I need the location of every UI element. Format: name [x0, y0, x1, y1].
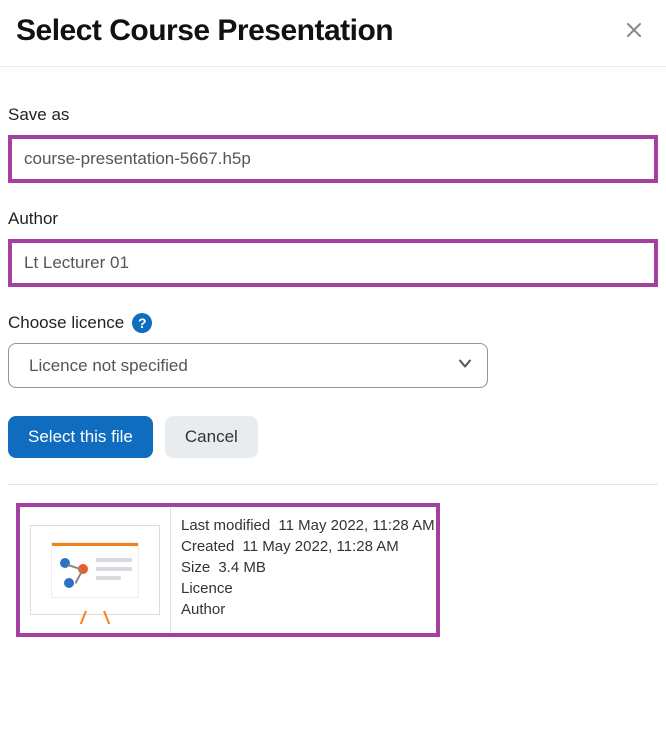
meta-author: Author	[181, 601, 435, 618]
meta-author-label: Author	[181, 601, 225, 618]
file-metadata: Last modified 11 May 2022, 11:28 AM Crea…	[170, 507, 445, 633]
meta-created: Created 11 May 2022, 11:28 AM	[181, 538, 435, 555]
author-input[interactable]	[8, 239, 658, 287]
button-row: Select this file Cancel	[8, 416, 658, 485]
cancel-button[interactable]: Cancel	[165, 416, 258, 458]
save-as-group: Save as	[8, 105, 658, 183]
close-button[interactable]	[618, 16, 650, 46]
meta-last-modified-value: 11 May 2022, 11:28 AM	[278, 517, 434, 534]
file-thumbnail-cell	[20, 507, 170, 633]
licence-label: Choose licence	[8, 313, 124, 333]
file-card: Last modified 11 May 2022, 11:28 AM Crea…	[16, 503, 440, 637]
close-icon	[626, 18, 642, 43]
save-as-input[interactable]	[8, 135, 658, 183]
file-thumbnail	[30, 525, 160, 615]
presentation-icon	[52, 543, 138, 597]
select-file-button[interactable]: Select this file	[8, 416, 153, 458]
licence-label-row: Choose licence ?	[8, 313, 658, 333]
author-label: Author	[8, 209, 658, 229]
meta-licence: Licence	[181, 580, 435, 597]
help-icon[interactable]: ?	[132, 313, 152, 333]
meta-created-value: 11 May 2022, 11:28 AM	[243, 538, 399, 555]
meta-size: Size 3.4 MB	[181, 559, 435, 576]
meta-created-label: Created	[181, 538, 234, 555]
meta-licence-label: Licence	[181, 580, 233, 597]
form-area: Save as Author Choose licence ? Licence …	[0, 67, 666, 637]
licence-select-wrap: Licence not specified	[8, 343, 488, 388]
meta-size-value: 3.4 MB	[218, 559, 266, 576]
dialog-header: Select Course Presentation	[0, 0, 666, 67]
author-group: Author	[8, 209, 658, 287]
meta-last-modified-label: Last modified	[181, 517, 270, 534]
dialog-title: Select Course Presentation	[16, 14, 393, 48]
meta-size-label: Size	[181, 559, 210, 576]
licence-group: Choose licence ? Licence not specified	[8, 313, 658, 388]
licence-select[interactable]: Licence not specified	[8, 343, 488, 388]
save-as-label: Save as	[8, 105, 658, 125]
meta-last-modified: Last modified 11 May 2022, 11:28 AM	[181, 517, 435, 534]
